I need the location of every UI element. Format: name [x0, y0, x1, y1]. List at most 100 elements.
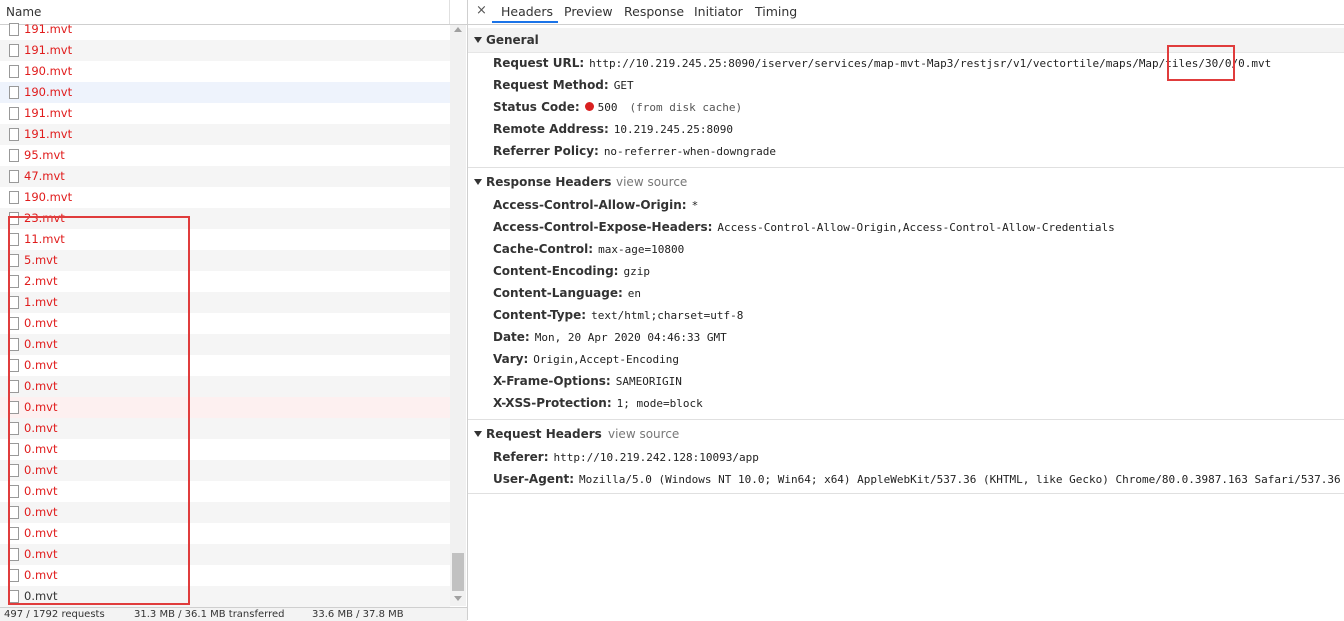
- tab-response[interactable]: Response: [624, 4, 684, 19]
- tab-preview[interactable]: Preview: [564, 4, 613, 19]
- tab-initiator[interactable]: Initiator: [694, 4, 743, 19]
- header-value: http://10.219.242.128:10093/app: [553, 451, 759, 464]
- file-icon: [9, 590, 19, 603]
- file-icon: [9, 464, 19, 477]
- request-list-row[interactable]: 0.mvt: [0, 544, 450, 565]
- request-list-row[interactable]: 190.mvt: [0, 82, 450, 103]
- request-list-row[interactable]: 0.mvt: [0, 376, 450, 397]
- header-name: Referer:: [493, 450, 549, 464]
- request-list-scrollbar[interactable]: [450, 25, 466, 606]
- request-file-name: 95.mvt: [24, 148, 65, 162]
- request-list-row[interactable]: 47.mvt: [0, 166, 450, 187]
- header-row: Cache-Control: max-age=10800: [493, 242, 684, 260]
- request-list-row[interactable]: 191.mvt: [0, 40, 450, 61]
- request-file-name: 191.mvt: [24, 43, 73, 57]
- header-value: GET: [613, 79, 634, 92]
- resources-size: 33.6 MB / 37.8 MB: [312, 609, 404, 620]
- request-list-row[interactable]: 0.mvt: [0, 334, 450, 355]
- file-icon: [9, 65, 19, 78]
- header-name: Date:: [493, 330, 530, 344]
- response-view-source-link[interactable]: view source: [616, 175, 687, 189]
- general-section-title: General: [486, 33, 539, 47]
- file-icon: [9, 422, 19, 435]
- request-file-name: 0.mvt: [24, 463, 58, 477]
- network-request-panel: Name 191.mvt 191.mvt 190.mvt 190.mvt 191.mvt…: [0, 0, 468, 621]
- response-headers-section-header[interactable]: Response Headers: [474, 175, 611, 189]
- request-list-row[interactable]: 190.mvt: [0, 61, 450, 82]
- request-list-row[interactable]: 95.mvt: [0, 145, 450, 166]
- header-value: no-referrer-when-downgrade: [603, 145, 776, 158]
- request-list-row[interactable]: 11.mvt: [0, 229, 450, 250]
- header-row: User-Agent: Mozilla/5.0 (Windows NT 10.0;…: [493, 472, 1341, 490]
- status-cache-note: (from disk cache): [629, 101, 743, 114]
- header-name: Referrer Policy:: [493, 144, 599, 158]
- request-file-name: 190.mvt: [24, 85, 73, 99]
- request-list-row[interactable]: 0.mvt: [0, 313, 450, 334]
- request-list-row[interactable]: 0.mvt: [0, 481, 450, 502]
- request-file-name: 1.mvt: [24, 295, 58, 309]
- expand-triangle-icon: [474, 179, 482, 185]
- header-row: X-Frame-Options: SAMEORIGIN: [493, 374, 682, 392]
- request-file-name: 0.mvt: [24, 400, 58, 414]
- request-list-row[interactable]: 23.mvt: [0, 208, 450, 229]
- request-list-row[interactable]: 2.mvt: [0, 271, 450, 292]
- scroll-down-arrow-icon[interactable]: [454, 596, 462, 601]
- header-value: gzip: [623, 265, 650, 278]
- request-view-source-link[interactable]: view source: [608, 427, 679, 441]
- header-value: SAMEORIGIN: [615, 375, 682, 388]
- request-file-name: 23.mvt: [24, 211, 65, 225]
- request-headers-section-header[interactable]: Request Headers: [474, 427, 602, 441]
- header-name: User-Agent:: [493, 472, 575, 486]
- scrollbar-thumb[interactable]: [452, 553, 464, 591]
- request-list-row[interactable]: 1.mvt: [0, 292, 450, 313]
- request-file-name: 0.mvt: [24, 316, 58, 330]
- request-list-row[interactable]: 191.mvt: [0, 103, 450, 124]
- request-file-name: 190.mvt: [24, 190, 73, 204]
- request-list-row[interactable]: 0.mvt: [0, 460, 450, 481]
- request-list-row[interactable]: 0.mvt: [0, 355, 450, 376]
- file-icon: [9, 128, 19, 141]
- request-list-row[interactable]: 0.mvt: [0, 565, 450, 586]
- request-file-name: 0.mvt: [24, 505, 58, 519]
- header-name: Cache-Control:: [493, 242, 594, 256]
- header-value: Mozilla/5.0 (Windows NT 10.0; Win64; x64…: [579, 473, 1341, 486]
- header-name: Request URL:: [493, 56, 585, 70]
- file-icon: [9, 44, 19, 57]
- request-url-row: Request URL: http://10.219.245.25:8090/is…: [493, 56, 1271, 74]
- request-list-row[interactable]: 191.mvt: [0, 124, 450, 145]
- request-list-row[interactable]: 0.mvt: [0, 523, 450, 544]
- request-list-row[interactable]: 191.mvt: [0, 20, 450, 40]
- header-value: *: [691, 199, 699, 212]
- request-file-name: 191.mvt: [24, 22, 73, 36]
- file-icon: [9, 212, 19, 225]
- header-row: Referer: http://10.219.242.128:10093/app: [493, 450, 759, 468]
- file-icon: [9, 527, 19, 540]
- detail-tab-bar: × Headers Preview Response Initiator Tim…: [468, 0, 1344, 25]
- file-icon: [9, 23, 19, 36]
- header-name: Request Method:: [493, 78, 609, 92]
- response-headers-title: Response Headers: [486, 175, 612, 189]
- request-file-name: 2.mvt: [24, 274, 58, 288]
- file-icon: [9, 380, 19, 393]
- request-list-row[interactable]: 5.mvt: [0, 250, 450, 271]
- request-file-name: 11.mvt: [24, 232, 65, 246]
- request-list-row[interactable]: 0.mvt: [0, 397, 450, 418]
- file-icon: [9, 86, 19, 99]
- request-list-row[interactable]: 0.mvt: [0, 439, 450, 460]
- general-section-header[interactable]: General: [468, 28, 1344, 53]
- request-list-row[interactable]: 0.mvt: [0, 586, 450, 607]
- request-file-name: 0.mvt: [24, 421, 58, 435]
- request-list-row[interactable]: 0.mvt: [0, 502, 450, 523]
- header-row: Content-Encoding: gzip: [493, 264, 650, 282]
- request-list-row[interactable]: 190.mvt: [0, 187, 450, 208]
- tab-headers[interactable]: Headers: [501, 4, 553, 19]
- request-list-row[interactable]: 0.mvt: [0, 418, 450, 439]
- scroll-up-arrow-icon[interactable]: [454, 27, 462, 32]
- header-value: 1; mode=block: [616, 397, 703, 410]
- close-icon[interactable]: ×: [476, 3, 487, 18]
- file-icon: [9, 506, 19, 519]
- header-name: X-XSS-Protection:: [493, 396, 612, 410]
- file-icon: [9, 296, 19, 309]
- request-file-name: 5.mvt: [24, 253, 58, 267]
- tab-timing[interactable]: Timing: [755, 4, 797, 19]
